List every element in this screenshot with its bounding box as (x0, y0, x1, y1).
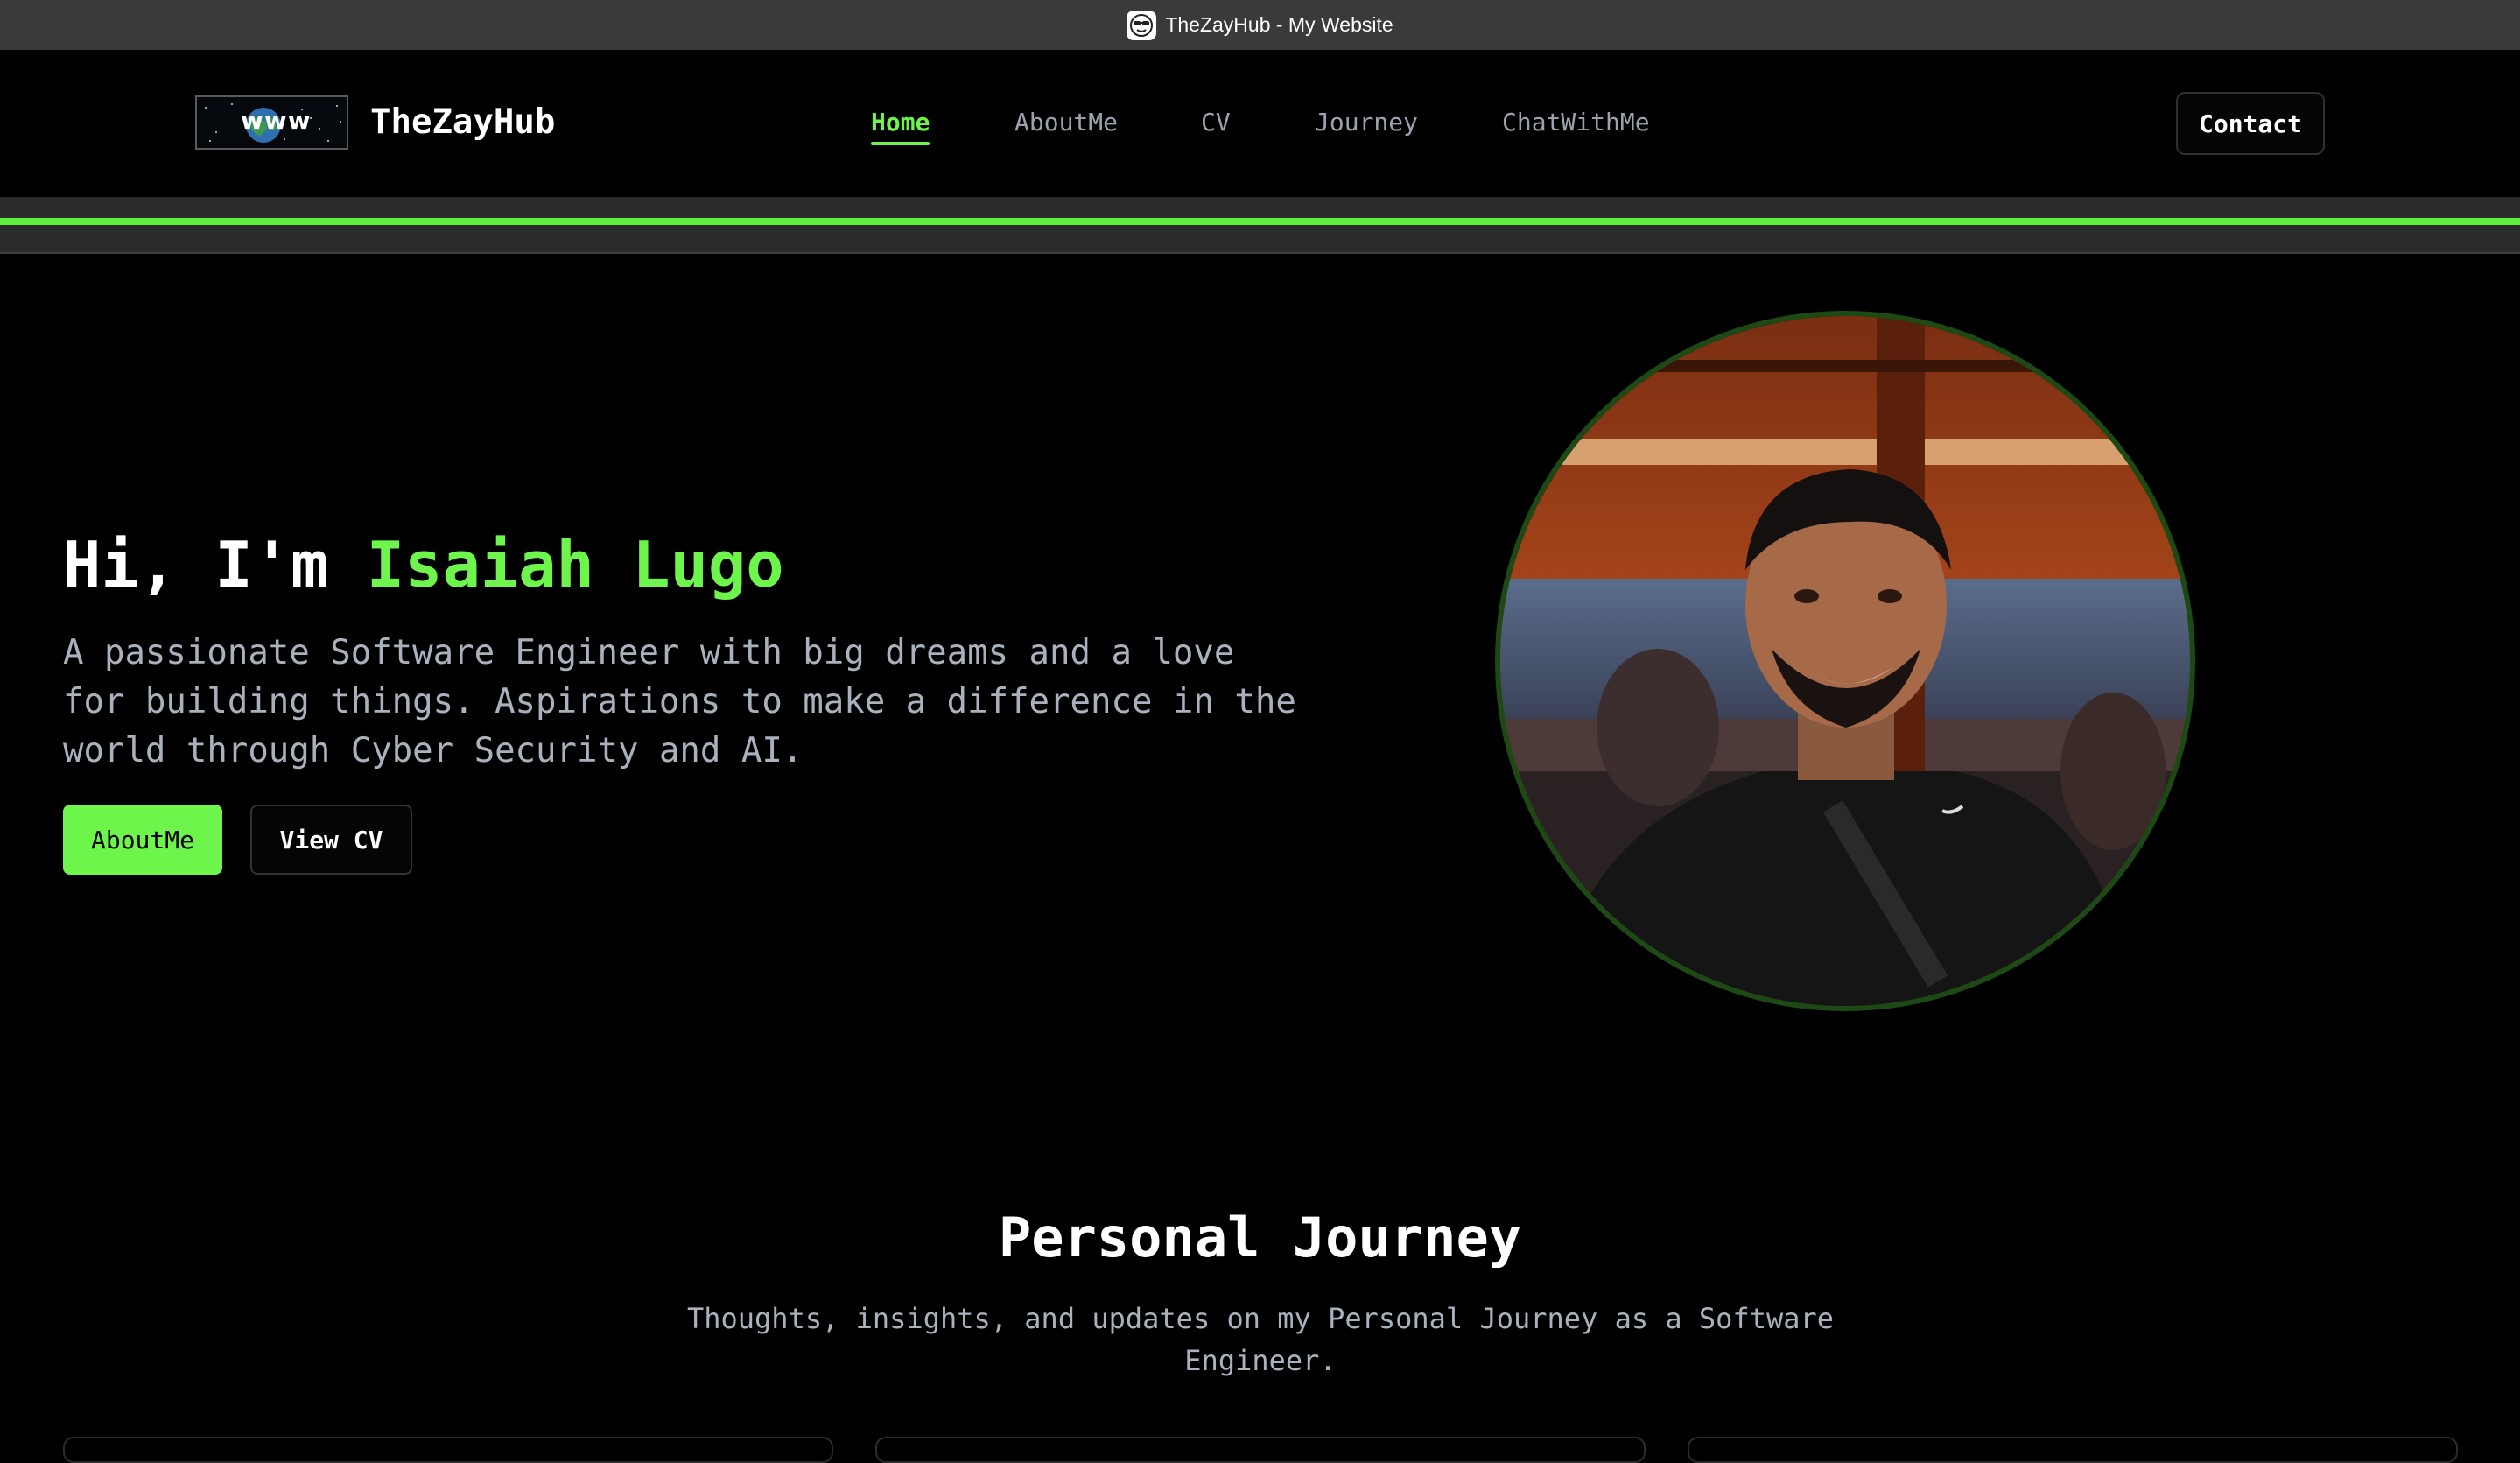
progress-inner-track (0, 218, 2520, 225)
sunglasses-face-icon (1127, 10, 1157, 40)
progress-divider (0, 252, 2520, 254)
logo-text: www (241, 106, 312, 135)
view-cv-button[interactable]: View CV (250, 805, 412, 875)
hero-name: Isaiah Lugo (366, 528, 784, 601)
contact-button[interactable]: Contact (2176, 92, 2325, 155)
journey-card[interactable] (875, 1437, 1646, 1463)
hero-greeting: Hi, I'm (63, 528, 367, 601)
nav-link-cv[interactable]: CV (1201, 105, 1231, 140)
nav-link-chatwithme[interactable]: ChatWithMe (1502, 105, 1650, 140)
brand-name[interactable]: TheZayHub (370, 102, 555, 143)
site-logo[interactable]: www (195, 95, 348, 150)
profile-photo (1495, 311, 2195, 1011)
journey-subtitle: Thoughts, insights, and updates on my Pe… (686, 1302, 1835, 1377)
hero-description: A passionate Software Engineer with big … (63, 633, 1296, 770)
journey-card[interactable] (1688, 1437, 2458, 1463)
aboutme-button[interactable]: AboutMe (63, 805, 222, 875)
profile-photo-illustration (1500, 316, 2190, 1006)
nav-link-aboutme[interactable]: AboutMe (1014, 105, 1118, 140)
hero-title: Hi, I'm Isaiah Lugo (63, 525, 784, 604)
journey-title: Personal Journey (998, 1206, 1522, 1270)
nav-link-home[interactable]: Home (871, 105, 930, 145)
journey-card[interactable] (63, 1437, 833, 1463)
nav-link-journey[interactable]: Journey (1315, 105, 1418, 140)
site-navbar: www TheZayHub Home AboutMe CV Journey Ch… (0, 50, 2520, 197)
browser-title-bar: TheZayHub - My Website (0, 0, 2520, 50)
progress-fill (0, 218, 2520, 225)
scroll-progress-bar (0, 197, 2520, 254)
tab-title: TheZayHub - My Website (1165, 13, 1393, 36)
